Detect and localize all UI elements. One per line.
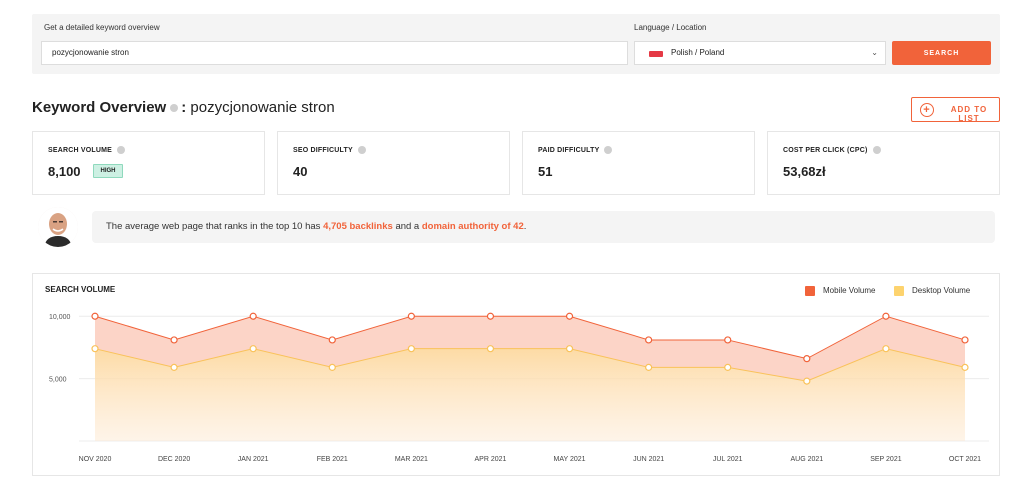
metric-value: 8,100: [48, 164, 81, 179]
desktop-point: [407, 345, 415, 353]
metric-label: COST PER CLICK (CPC): [783, 146, 881, 154]
language-label: Language / Location: [634, 23, 707, 32]
metric-label: SEO DIFFICULTY: [293, 146, 366, 154]
metric-card-search-volume: SEARCH VOLUME 8,100 HIGH: [32, 131, 265, 195]
desktop-point: [882, 345, 890, 353]
x-tick-label: AUG 2021: [790, 456, 823, 463]
title-separator: :: [181, 99, 187, 116]
x-tick-label: NOV 2020: [79, 456, 112, 463]
metric-value: 51: [538, 164, 553, 179]
x-tick-label: OCT 2021: [949, 456, 981, 463]
metric-card-paid-difficulty: PAID DIFFICULTY 51: [522, 131, 755, 195]
avatar: [38, 207, 78, 247]
x-tick-label: JAN 2021: [238, 456, 269, 463]
desktop-point: [645, 363, 653, 371]
mobile-point: [961, 336, 969, 344]
overview-keyword: pozycjonowanie stron: [190, 99, 335, 116]
desktop-point: [249, 345, 257, 353]
desktop-point: [486, 345, 495, 353]
y-tick-label: 10,000: [49, 314, 71, 321]
desktop-point: [803, 377, 811, 385]
x-tick-label: FEB 2021: [317, 456, 348, 463]
language-value: Polish / Poland: [671, 48, 725, 57]
overview-title: Keyword Overview: [32, 99, 167, 116]
mobile-point: [486, 312, 495, 320]
mobile-point: [882, 312, 890, 320]
desktop-point: [328, 363, 336, 371]
help-icon[interactable]: [604, 146, 613, 154]
desktop-point: [565, 345, 574, 353]
help-icon[interactable]: [872, 146, 881, 154]
metric-card-seo-difficulty: SEO DIFFICULTY 40: [277, 131, 510, 195]
search-volume-chart: 10,000 5,000 NOV 2020 DEC 2020 JAN 2021 FEB 2…: [49, 312, 989, 463]
mobile-point: [328, 336, 336, 344]
mobile-point: [407, 312, 415, 320]
search-volume-chart-panel: SEARCH VOLUME Mobile Volume Desktop Volu…: [32, 273, 1000, 476]
mobile-point: [91, 312, 99, 320]
x-tick-label: SEP 2021: [870, 456, 902, 463]
help-icon[interactable]: [357, 146, 366, 154]
plus-icon: +: [920, 103, 934, 117]
backlinks-highlight: 4,705 backlinks: [323, 221, 393, 232]
metric-value: 40: [293, 164, 308, 179]
desktop-point: [170, 363, 178, 371]
add-to-list-button[interactable]: + ADD TO LIST: [911, 97, 1000, 123]
help-icon[interactable]: [117, 146, 126, 154]
page-title: Keyword Overview: pozycjonowanie stron: [32, 99, 335, 116]
mobile-point: [170, 336, 178, 344]
x-tick-label: MAY 2021: [554, 456, 586, 463]
search-button[interactable]: SEARCH: [892, 41, 991, 65]
x-tick-label: JUN 2021: [633, 456, 664, 463]
metric-value: 53,68zł: [783, 164, 826, 179]
volume-badge: HIGH: [93, 164, 123, 178]
mobile-point: [724, 336, 732, 344]
help-icon[interactable]: [170, 103, 179, 112]
mobile-point: [645, 336, 653, 344]
authority-highlight: domain authority of 42: [421, 221, 524, 232]
x-tick-label: DEC 2020: [158, 456, 190, 463]
desktop-point: [724, 363, 732, 371]
poland-flag-icon: [649, 51, 663, 57]
keyword-search-panel: Get a detailed keyword overview Language…: [32, 14, 1000, 74]
metric-card-cpc: COST PER CLICK (CPC) 53,68zł: [767, 131, 1000, 195]
keyword-input[interactable]: pozycjonowanie stron: [41, 41, 628, 65]
mobile-point: [249, 312, 257, 320]
mobile-point: [803, 355, 811, 363]
y-tick-label: 5,000: [49, 377, 67, 384]
add-to-list-label: ADD TO LIST: [950, 105, 988, 123]
x-tick-label: JUL 2021: [713, 456, 743, 463]
mobile-point: [565, 312, 574, 320]
x-tick-label: APR 2021: [474, 456, 506, 463]
tip-banner: The average web page that ranks in the t…: [92, 211, 995, 243]
metric-label: PAID DIFFICULTY: [538, 146, 613, 154]
search-label: Get a detailed keyword overview: [44, 23, 160, 32]
desktop-point: [961, 363, 969, 371]
chevron-down-icon: ⌄: [871, 48, 878, 57]
desktop-point: [91, 345, 99, 353]
metric-label: SEARCH VOLUME: [48, 146, 126, 154]
x-tick-label: MAR 2021: [395, 456, 428, 463]
language-select[interactable]: Polish / Poland ⌄: [634, 41, 886, 65]
